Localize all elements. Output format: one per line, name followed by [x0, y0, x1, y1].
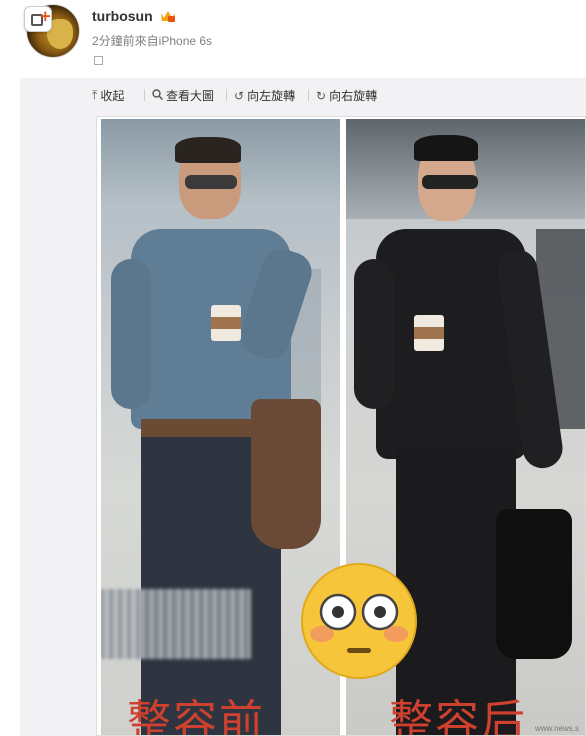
post-meta: 2分鐘前來自iPhone 6s [92, 34, 213, 48]
rotate-right-label: 向右旋轉 [329, 89, 378, 103]
magnifier-icon [152, 88, 164, 103]
vip-badge-icon[interactable] [159, 9, 177, 23]
caption-after: 整容后 [389, 696, 527, 736]
rotate-right-button[interactable]: ↻ 向右旋轉 [316, 87, 377, 104]
add-post-icon[interactable]: + [24, 6, 52, 32]
rotate-left-button[interactable]: ↺ 向左旋轉 [234, 87, 295, 104]
rotate-right-icon: ↻ [316, 88, 327, 103]
weibo-post: + turbosun 2分鐘前來自iPhone 6s ⤒ 收起 查看大圖 ↺ 向… [0, 0, 586, 736]
watermark: www.news.s [534, 724, 579, 733]
rotate-left-icon: ↺ [234, 88, 245, 103]
view-large-label: 查看大圖 [166, 89, 215, 103]
caption-before: 整容前 [127, 696, 265, 736]
image-viewer: ⤒ 收起 查看大圖 ↺ 向左旋轉 ↻ 向右旋轉 整容前 整容后 www.news… [20, 78, 586, 736]
collapse-label: 收起 [100, 89, 125, 103]
username[interactable]: turbosun [92, 8, 153, 24]
collapse-button[interactable]: ⤒ 收起 [92, 87, 124, 104]
rotate-left-label: 向左旋轉 [247, 89, 296, 103]
flushed-face-icon [301, 563, 417, 679]
blurred-area [101, 589, 251, 659]
checkbox-icon[interactable] [94, 56, 103, 65]
view-large-button[interactable]: 查看大圖 [152, 87, 214, 104]
arrow-up-icon: ⤒ [92, 88, 98, 102]
image-toolbar: ⤒ 收起 查看大圖 ↺ 向左旋轉 ↻ 向右旋轉 [20, 78, 586, 112]
